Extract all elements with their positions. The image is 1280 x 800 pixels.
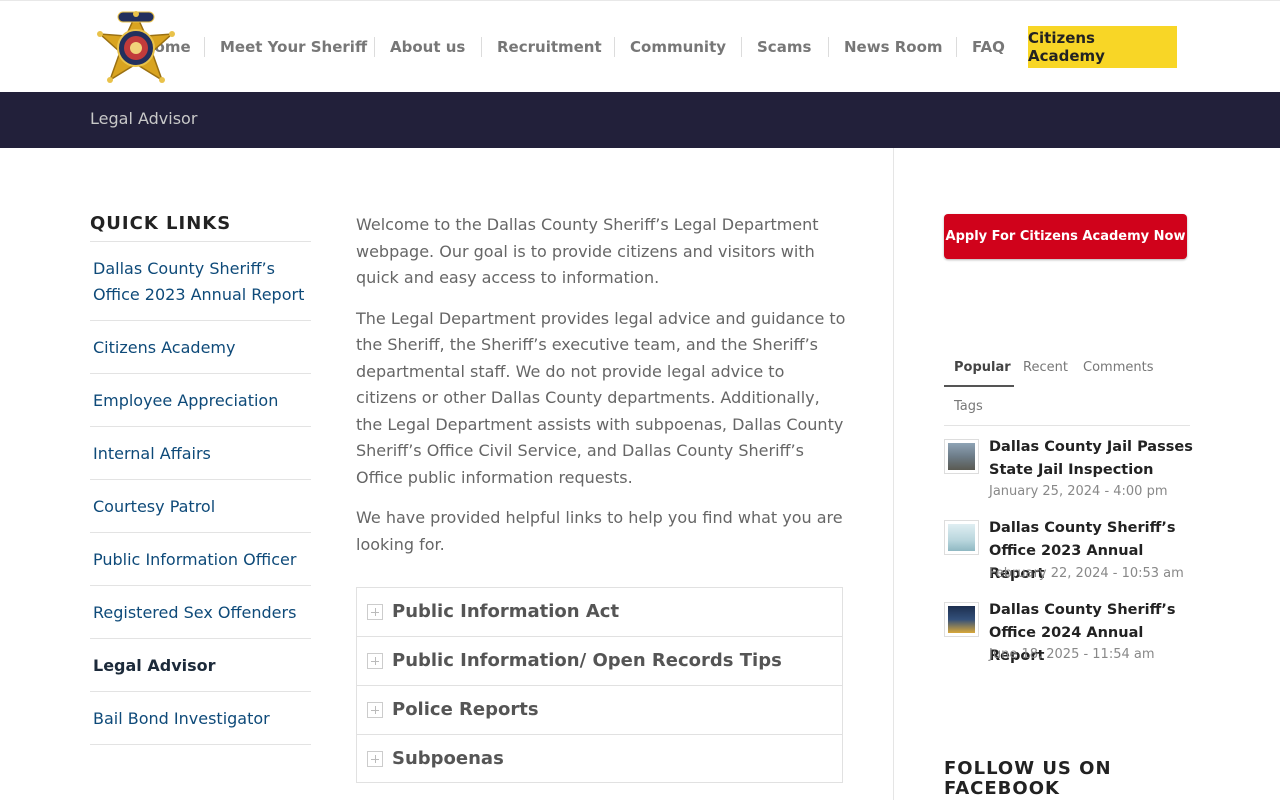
site-header: Home Meet Your Sheriff About us Recruitm… — [0, 0, 1280, 92]
expand-plus-icon — [367, 604, 383, 620]
nav-item-news-room[interactable]: News Room — [844, 37, 943, 57]
nav-item-about-us[interactable]: About us — [390, 37, 465, 57]
post-thumbnail[interactable] — [944, 520, 979, 555]
post-thumbnail[interactable] — [944, 439, 979, 474]
nav-item-meet-your-sheriff[interactable]: Meet Your Sheriff — [220, 37, 367, 57]
nav-separator — [956, 37, 957, 57]
post-date: June 18, 2025 - 11:54 am — [989, 647, 1155, 662]
expand-plus-icon — [367, 653, 383, 669]
sidebar-divider — [893, 148, 894, 800]
quick-link-legal-advisor[interactable]: Legal Advisor — [90, 638, 311, 691]
nav-item-community[interactable]: Community — [630, 37, 726, 57]
quick-link-registered-sex-offenders[interactable]: Registered Sex Offenders — [90, 585, 311, 638]
citizens-academy-nav-button[interactable]: Citizens Academy — [1028, 26, 1177, 68]
accordion-item-public-information-act[interactable]: Public Information Act — [357, 588, 842, 637]
quick-link-courtesy-patrol[interactable]: Courtesy Patrol — [90, 479, 311, 532]
nav-separator — [614, 37, 615, 57]
tab-comments[interactable]: Comments — [1083, 359, 1153, 377]
expand-plus-icon — [367, 751, 383, 767]
links-paragraph: We have provided helpful links to help y… — [356, 508, 843, 554]
post-thumbnail[interactable] — [944, 602, 979, 637]
intro-paragraph: Welcome to the Dallas County Sheriff’s L… — [356, 215, 819, 287]
accordion-item-open-records-tips[interactable]: Public Information/ Open Records Tips — [357, 637, 842, 686]
quick-links-heading: QUICK LINKS — [90, 213, 232, 234]
expand-plus-icon — [367, 702, 383, 718]
post-date: January 25, 2024 - 4:00 pm — [989, 484, 1168, 499]
main-nav: Home Meet Your Sheriff About us Recruitm… — [0, 1, 1280, 93]
accordion-item-subpoenas[interactable]: Subpoenas — [357, 735, 842, 782]
nav-separator — [204, 37, 205, 57]
accordion-item-police-reports[interactable]: Police Reports — [357, 686, 842, 735]
post-date: February 22, 2024 - 10:53 am — [989, 566, 1184, 581]
accordion-label: Public Information/ Open Records Tips — [392, 650, 782, 671]
quick-link-internal-affairs[interactable]: Internal Affairs — [90, 426, 311, 479]
accordion-label: Police Reports — [392, 699, 539, 720]
sheriff-badge-logo[interactable] — [92, 6, 180, 90]
apply-citizens-academy-button[interactable]: Apply For Citizens Academy Now — [944, 214, 1187, 259]
tabs-divider — [944, 425, 1190, 426]
tab-popular[interactable]: Popular — [954, 359, 1011, 377]
follow-facebook-heading: FOLLOW US ON FACEBOOK — [944, 758, 1112, 799]
quick-link-employee-appreciation[interactable]: Employee Appreciation — [90, 373, 311, 426]
accordion-label: Public Information Act — [392, 601, 620, 622]
quick-links-list: Dallas County Sheriff’s Office 2023 Annu… — [90, 241, 311, 745]
post-title[interactable]: Dallas County Jail Passes State Jail Ins… — [989, 436, 1194, 482]
nav-item-faq[interactable]: FAQ — [972, 37, 1005, 57]
nav-item-scams[interactable]: Scams — [757, 37, 811, 57]
quick-link-public-information-officer[interactable]: Public Information Officer — [90, 532, 311, 585]
accordion-label: Subpoenas — [392, 748, 504, 769]
active-tab-indicator — [944, 385, 1014, 387]
tab-tags[interactable]: Tags — [954, 398, 983, 416]
legal-accordion: Public Information Act Public Informatio… — [356, 587, 843, 783]
nav-separator — [481, 37, 482, 57]
quick-link-citizens-academy[interactable]: Citizens Academy — [90, 320, 311, 373]
quick-links-end-rule — [90, 744, 311, 745]
quick-link-bail-bond-investigator[interactable]: Bail Bond Investigator — [90, 691, 311, 744]
nav-item-recruitment[interactable]: Recruitment — [497, 37, 602, 57]
main-content: Welcome to the Dallas County Sheriff’s L… — [356, 212, 846, 572]
department-paragraph: The Legal Department provides legal advi… — [356, 308, 846, 487]
page-title: Legal Advisor — [90, 109, 198, 128]
quick-link-annual-report-2023[interactable]: Dallas County Sheriff’s Office 2023 Annu… — [90, 241, 311, 320]
nav-separator — [374, 37, 375, 57]
nav-separator — [828, 37, 829, 57]
nav-separator — [741, 37, 742, 57]
tab-recent[interactable]: Recent — [1023, 359, 1068, 377]
